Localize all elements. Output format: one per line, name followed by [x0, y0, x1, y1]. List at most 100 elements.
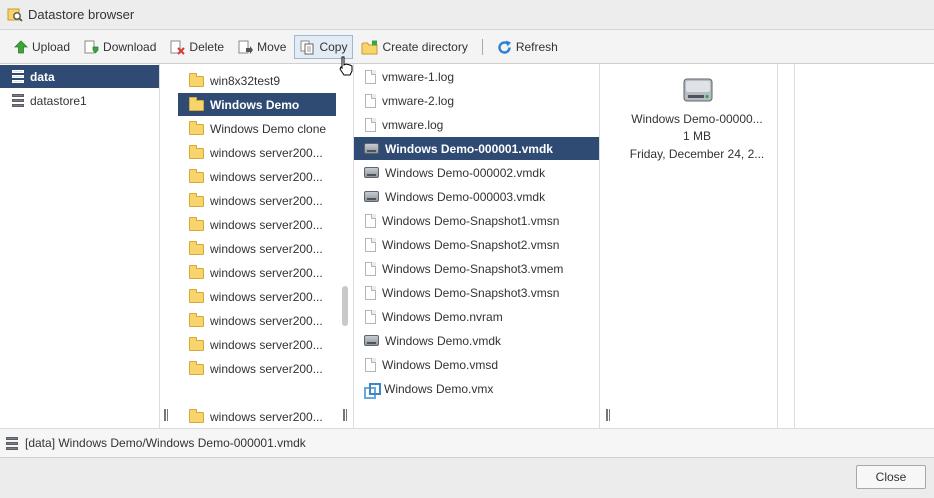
window-title: Datastore browser — [28, 7, 135, 22]
datastore-pane: data datastore1 — [0, 64, 160, 428]
column-resize-handle[interactable] — [605, 409, 611, 421]
file-item[interactable]: Windows Demo-000002.vmdk — [354, 161, 599, 184]
file-label: Windows Demo-000003.vmdk — [385, 189, 546, 204]
folder-label: windows server200... — [210, 169, 323, 184]
virtual-disk-icon — [364, 167, 379, 178]
folder-item[interactable]: windows server200... — [178, 261, 336, 284]
file-item[interactable]: Windows Demo-Snapshot2.vmsn — [354, 233, 599, 256]
file-item[interactable]: vmware-2.log — [354, 89, 599, 112]
document-icon — [365, 357, 376, 372]
folder-item[interactable]: win8x32test9 — [178, 69, 336, 92]
folder-icon — [189, 73, 204, 87]
title-bar: Datastore browser — [0, 0, 934, 30]
download-icon — [84, 40, 99, 54]
folder-icon — [189, 265, 204, 279]
folder-item[interactable]: Windows Demo clone — [178, 117, 336, 140]
refresh-icon — [498, 40, 511, 54]
folder-label: windows server200... — [210, 361, 323, 376]
delete-label: Delete — [189, 40, 225, 54]
close-button[interactable]: Close — [856, 465, 926, 489]
vm-config-icon — [364, 382, 381, 399]
column-resize-handle[interactable] — [342, 409, 348, 421]
copy-icon — [300, 40, 314, 54]
file-label: Windows Demo.vmsd — [382, 357, 499, 372]
file-item[interactable]: Windows Demo.vmx — [354, 377, 599, 400]
column-resize-handle[interactable] — [163, 409, 169, 421]
document-icon — [365, 213, 376, 228]
folder-icon — [189, 145, 204, 159]
file-item[interactable]: Windows Demo.vmdk — [354, 329, 599, 352]
file-item[interactable]: vmware-1.log — [354, 65, 599, 88]
new-folder-icon — [361, 40, 378, 54]
virtual-disk-icon — [364, 335, 379, 346]
folder-icon — [189, 289, 204, 303]
move-button[interactable]: Move — [232, 35, 292, 59]
file-item[interactable]: Windows Demo.vmsd — [354, 353, 599, 376]
empty-column — [779, 64, 795, 428]
datastore-item-data[interactable]: data — [0, 65, 159, 88]
file-label: Windows Demo-Snapshot3.vmem — [382, 261, 564, 276]
selected-path: [data] Windows Demo/Windows Demo-000001.… — [25, 436, 306, 450]
toolbar-separator — [481, 39, 483, 55]
file-label: vmware-1.log — [382, 69, 455, 84]
upload-label: Upload — [32, 40, 71, 54]
upload-arrow-icon — [14, 40, 28, 54]
document-icon — [365, 309, 376, 324]
folder-item[interactable]: windows server200... — [178, 213, 336, 236]
folder-label: windows server200... — [210, 409, 323, 424]
file-label: Windows Demo-Snapshot3.vmsn — [382, 285, 560, 300]
file-item[interactable]: Windows Demo-000003.vmdk — [354, 185, 599, 208]
folder-item[interactable]: windows server200... — [178, 141, 336, 164]
file-label: Windows Demo.nvram — [382, 309, 503, 324]
virtual-disk-large-icon — [683, 78, 713, 102]
folder-item[interactable]: windows server200... — [178, 357, 336, 380]
folder-item[interactable]: windows server200... — [178, 309, 336, 332]
file-item[interactable]: Windows Demo.nvram — [354, 305, 599, 328]
datastore-label: datastore1 — [30, 93, 87, 108]
move-icon — [238, 40, 254, 54]
file-label: Windows Demo-000001.vmdk — [385, 141, 553, 156]
datastore-icon — [12, 70, 24, 83]
folder-item[interactable]: windows server200... — [178, 285, 336, 308]
file-item[interactable]: Windows Demo-Snapshot1.vmsn — [354, 209, 599, 232]
preview-file-size: 1 MB — [682, 129, 711, 143]
folder-item[interactable]: windows server200... — [178, 333, 336, 356]
create-directory-label: Create directory — [382, 40, 468, 54]
file-label: Windows Demo-Snapshot2.vmsn — [382, 237, 560, 252]
status-bar: [data] Windows Demo/Windows Demo-000001.… — [0, 428, 934, 458]
folder-item-selected[interactable]: Windows Demo — [178, 93, 336, 116]
folder-item[interactable]: windows server200... — [178, 405, 336, 428]
toolbar: Upload Download Delete Move Copy Create … — [0, 31, 934, 64]
document-icon — [365, 261, 376, 276]
folder-pane: win8x32test9 Windows Demo Windows Demo c… — [178, 64, 338, 428]
document-icon — [365, 69, 376, 84]
folder-icon — [189, 361, 204, 375]
folder-label: windows server200... — [210, 145, 323, 160]
download-button[interactable]: Download — [78, 35, 162, 59]
folder-scrollbar-thumb[interactable] — [342, 286, 348, 326]
file-item-selected[interactable]: Windows Demo-000001.vmdk — [354, 137, 599, 160]
folder-label: win8x32test9 — [210, 73, 281, 88]
file-item[interactable]: Windows Demo-Snapshot3.vmsn — [354, 281, 599, 304]
refresh-button[interactable]: Refresh — [491, 35, 564, 59]
folder-item[interactable]: windows server200... — [178, 165, 336, 188]
virtual-disk-icon — [364, 191, 379, 202]
file-label: Windows Demo.vmx — [384, 381, 494, 396]
create-directory-button[interactable]: Create directory — [355, 35, 473, 59]
refresh-label: Refresh — [515, 40, 558, 54]
folder-item[interactable]: windows server200... — [178, 189, 336, 212]
file-item[interactable]: vmware.log — [354, 113, 599, 136]
delete-icon — [170, 40, 186, 55]
folder-label: windows server200... — [210, 289, 323, 304]
delete-button[interactable]: Delete — [164, 35, 230, 59]
preview-pane: Windows Demo-00000... 1 MB Friday, Decem… — [616, 64, 778, 428]
file-item[interactable]: Windows Demo-Snapshot3.vmem — [354, 257, 599, 280]
folder-item[interactable]: windows server200... — [178, 237, 336, 260]
document-icon — [365, 237, 376, 252]
file-label: vmware-2.log — [382, 93, 455, 108]
folder-icon — [189, 241, 204, 255]
document-icon — [365, 285, 376, 300]
folder-icon — [189, 217, 204, 231]
upload-button[interactable]: Upload — [8, 35, 76, 59]
datastore-item-datastore1[interactable]: datastore1 — [0, 89, 159, 112]
